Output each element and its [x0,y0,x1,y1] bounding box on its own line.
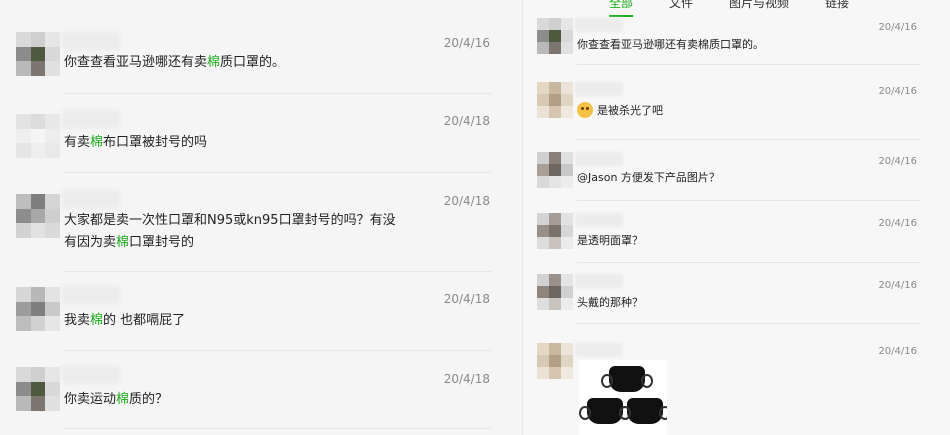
keyword-highlight: 棉 [90,135,104,150]
keyword-highlight: 棉 [116,392,130,407]
message-date: 20/4/16 [878,218,917,229]
sender-name-blurred [62,366,120,384]
avatar [537,18,573,54]
sender-name-blurred [575,274,623,288]
message-text: 头戴的那种？ [577,296,643,309]
message-date: 20/4/18 [443,372,490,386]
message-text: 我卖棉的 也都嗝屁了 [64,313,186,328]
message-date: 20/4/16 [878,346,917,357]
avatar [16,367,60,411]
message-text: 大家都是卖一次性口罩和N95或kn95口罩封号的吗？有没 有因为卖棉口罩封号的 [64,213,396,250]
mask-shape [601,366,653,392]
sender-name-blurred [575,152,623,166]
avatar [537,82,573,118]
tab-photos-videos[interactable]: 图片与视频 [729,0,789,15]
avatar [16,194,60,238]
divider [64,271,492,272]
message-text: 是被杀光了吧 [577,102,663,119]
avatar [537,343,573,379]
avatar [537,274,573,310]
keyword-highlight: 棉 [207,55,221,70]
tab-files[interactable]: 文件 [669,0,693,15]
avatar [16,287,60,331]
message-text: 是透明面罩？ [577,234,643,247]
sender-name-blurred [575,213,623,227]
message-date: 20/4/16 [878,22,917,33]
chat-history-panel: 全部 文件 图片与视频 链接 20/4/16 你查查看亚马逊哪还有卖棉质口罩的。… [522,0,950,435]
sender-name-blurred [62,110,120,128]
avatar [537,213,573,249]
divider [577,139,921,140]
avatar [16,114,60,158]
dizzy-face-emoji-icon [577,102,593,118]
message-text: 你查查看亚马逊哪还有卖棉质口罩的。 [64,55,286,70]
sender-name-blurred [575,343,623,357]
message-date: 20/4/16 [878,280,917,291]
divider [577,200,921,201]
mask-shape [619,398,667,424]
filter-tabs: 全部 文件 图片与视频 链接 [609,0,849,17]
divider [577,323,921,324]
message-date: 20/4/18 [443,194,490,208]
message-text: 你查查看亚马逊哪还有卖棉质口罩的。 [577,38,764,51]
avatar [16,32,60,76]
message-text: @Jason 方便发下产品图片？ [577,171,720,184]
sender-name-blurred [575,82,623,96]
divider [64,93,492,94]
message-date: 20/4/18 [443,292,490,306]
sender-name-blurred [62,286,120,304]
avatar [537,152,573,188]
message-date: 20/4/16 [443,36,490,50]
search-results-panel: 20/4/16 你查查看亚马逊哪还有卖棉质口罩的。 20/4/18 有卖棉布口罩… [0,0,522,435]
mask-shape [579,398,631,424]
divider [577,64,921,65]
divider [64,172,492,173]
message-date: 20/4/18 [443,114,490,128]
product-photo-black-masks[interactable] [579,360,667,435]
message-date: 20/4/16 [878,156,917,167]
divider [577,262,921,263]
keyword-highlight: 棉 [90,313,104,328]
keyword-highlight: 棉 [116,235,130,250]
sender-name-blurred [62,190,120,208]
sender-name-blurred [62,32,120,50]
message-text: 你卖运动棉质的？ [64,392,169,407]
message-text: 有卖棉布口罩被封号的吗 [64,135,208,150]
tab-links[interactable]: 链接 [825,0,849,15]
divider [64,428,492,429]
message-date: 20/4/16 [878,86,917,97]
tab-all[interactable]: 全部 [609,0,634,17]
sender-name-blurred [575,18,623,32]
divider [64,350,492,351]
